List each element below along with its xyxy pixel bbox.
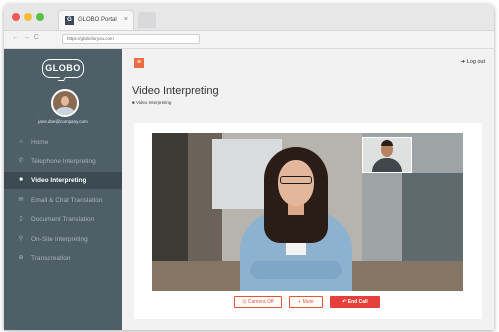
mute-button[interactable]: ◐ Mute	[289, 296, 323, 308]
main-content: ≡ ➜ Log out Video Interpreting ■ Video I…	[122, 49, 494, 330]
video-call-card: ⊡ Camera Off ◐ Mute ↶ End Call	[134, 123, 482, 319]
minimize-window-button[interactable]	[24, 13, 32, 21]
sidebar-item-label: Transcreation	[31, 255, 71, 262]
end-call-button[interactable]: ↶ End Call	[330, 296, 380, 308]
phone-icon: ✆	[18, 158, 24, 164]
self-view-video[interactable]	[362, 137, 412, 173]
avatar-body	[56, 107, 74, 115]
sidebar-item-home[interactable]: ⌂ Home	[4, 134, 122, 151]
sidebar-item-telephone-interpreting[interactable]: ✆ Telephone Interpreting	[4, 153, 122, 170]
tab-title: GLOBO Portal	[78, 17, 117, 23]
close-window-button[interactable]	[12, 13, 20, 21]
avatar[interactable]	[51, 89, 79, 117]
sidebar: GLOBO jane.doe@company.com ⌂ Home ✆ Tele…	[4, 49, 122, 330]
sidebar-item-video-interpreting[interactable]: ■ Video Interpreting	[4, 172, 122, 189]
page-title: Video Interpreting	[132, 85, 219, 97]
browser-nav-buttons[interactable]: ← → C	[12, 34, 40, 41]
sidebar-item-document-translation[interactable]: ▯ Document Translation	[4, 211, 122, 228]
video-feed	[152, 133, 463, 291]
self-view-body	[372, 158, 402, 172]
self-view-hair	[381, 140, 393, 146]
interpreter-arms	[250, 261, 342, 279]
avatar-face	[61, 96, 69, 106]
sidebar-item-on-site-interpreting[interactable]: ⚲ On-Site Interpreting	[4, 231, 122, 248]
camera-off-button[interactable]: ⊡ Camera Off	[234, 296, 282, 308]
sidebar-item-label: Telephone Interpreting	[31, 158, 96, 165]
sidebar-item-label: Video Interpreting	[31, 177, 87, 184]
video-camera-icon: ■	[19, 177, 23, 183]
browser-tab[interactable]: G GLOBO Portal ×	[58, 10, 134, 30]
user-email: jane.doe@company.com	[38, 119, 88, 124]
globe-icon: ⊕	[18, 255, 24, 261]
close-tab-icon[interactable]: ×	[124, 16, 128, 23]
address-bar: ← → C https://globoforyou.com	[4, 31, 494, 49]
browser-window: G GLOBO Portal × ← → C https://globofory…	[4, 4, 494, 330]
document-icon: ▯	[19, 216, 23, 222]
globo-logo[interactable]: GLOBO	[42, 59, 84, 78]
sidebar-item-label: Email & Chat Translation	[31, 197, 103, 204]
menu-toggle-button[interactable]: ≡	[134, 58, 144, 68]
interpreter-glasses	[280, 176, 312, 184]
new-tab-button[interactable]	[138, 12, 156, 28]
sidebar-item-label: On-Site Interpreting	[31, 236, 88, 243]
url-field[interactable]: https://globoforyou.com	[62, 34, 200, 44]
email-icon: ✉	[18, 197, 24, 203]
home-icon: ⌂	[19, 139, 23, 145]
sidebar-item-email-chat-translation[interactable]: ✉ Email & Chat Translation	[4, 192, 122, 209]
sidebar-item-label: Home	[31, 139, 49, 146]
browser-titlebar: G GLOBO Portal ×	[4, 4, 494, 31]
call-controls: ⊡ Camera Off ◐ Mute ↶ End Call	[134, 296, 482, 308]
maximize-window-button[interactable]	[36, 13, 44, 21]
location-icon: ⚲	[18, 236, 24, 242]
sidebar-item-transcreation[interactable]: ⊕ Transcreation	[4, 250, 122, 267]
logo-speech-tail	[57, 77, 67, 81]
globo-favicon-icon: G	[65, 16, 74, 25]
logout-link[interactable]: ➜ Log out	[461, 59, 486, 65]
breadcrumb: ■ Video Interpreting	[132, 100, 172, 105]
sidebar-item-label: Document Translation	[31, 216, 95, 223]
